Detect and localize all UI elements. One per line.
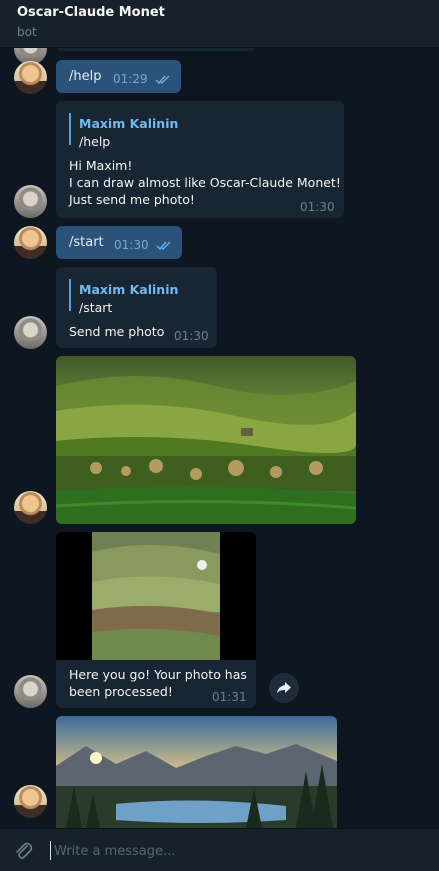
- bot-avatar: [14, 185, 47, 218]
- message-bubble-outgoing[interactable]: /help 01:29: [56, 60, 181, 93]
- photo-mountain-lake-image: [56, 716, 337, 828]
- processed-photo[interactable]: [56, 532, 256, 660]
- chat-title: Oscar-Claude Monet: [17, 5, 165, 20]
- double-check-icon: [155, 75, 170, 85]
- processed-photo-image: [92, 532, 220, 660]
- message-text: /help: [69, 69, 102, 84]
- photo-hills-image: [56, 356, 356, 524]
- message-input[interactable]: [52, 839, 416, 863]
- text-cursor: [50, 841, 51, 860]
- message-composer: [0, 828, 439, 871]
- message-text: /start: [69, 235, 104, 250]
- reply-quote-bar: [69, 279, 71, 311]
- reply-quote-text: /start: [79, 300, 113, 315]
- message-bubble-incoming[interactable]: Maxim Kalinin /help Hi Maxim! I can draw…: [56, 101, 344, 218]
- forward-button[interactable]: [269, 673, 299, 703]
- message-time: 01:30: [174, 329, 209, 343]
- message-time: 01:30: [114, 238, 149, 252]
- message-bubble-outgoing[interactable]: /start 01:30: [56, 226, 182, 259]
- reply-author: Maxim Kalinin: [79, 116, 179, 131]
- user-avatar: [14, 226, 47, 259]
- user-avatar: [14, 491, 47, 524]
- message-time: 01:29: [113, 72, 148, 86]
- chat-header[interactable]: Oscar-Claude Monet bot: [0, 0, 439, 48]
- user-avatar: [14, 785, 47, 818]
- paperclip-icon[interactable]: [12, 840, 34, 862]
- bot-avatar: [14, 675, 47, 708]
- previous-message-bubble: [56, 48, 256, 51]
- reply-quote-bar: [69, 113, 71, 145]
- message-list[interactable]: /help 01:29 Maxim Kalinin /help Hi Maxim…: [0, 48, 439, 828]
- photo-hills[interactable]: [56, 356, 356, 524]
- double-check-icon: [156, 241, 171, 251]
- bot-avatar: [14, 316, 47, 349]
- reply-author: Maxim Kalinin: [79, 282, 179, 297]
- photo-mountain-lake[interactable]: [56, 716, 337, 828]
- share-arrow-icon: [277, 682, 291, 693]
- message-time: 01:30: [300, 200, 335, 214]
- user-avatar: [14, 61, 47, 94]
- message-bubble-incoming[interactable]: Maxim Kalinin /start Send me photo 01:30: [56, 267, 217, 348]
- reply-quote-text: /help: [79, 134, 111, 149]
- message-bubble-incoming[interactable]: Here you go! Your photo has been process…: [56, 532, 256, 708]
- chat-status: bot: [17, 25, 37, 39]
- message-text: Send me photo: [69, 324, 165, 339]
- message-time: 01:31: [212, 690, 247, 704]
